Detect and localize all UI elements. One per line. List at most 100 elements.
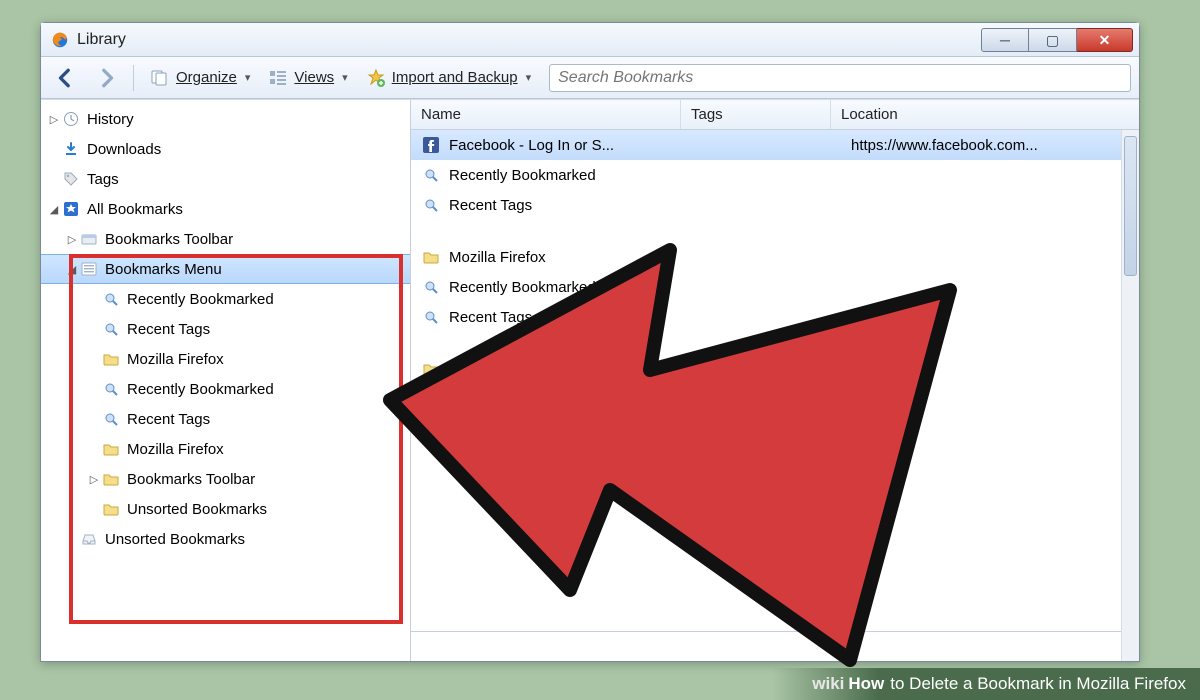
col-tags[interactable]: Tags [681,100,831,129]
search-icon [101,379,121,399]
tree-label: Mozilla Firefox [127,441,224,458]
toolbar: Organize ▾ Views ▾ Import and Backup ▾ [41,57,1139,99]
list-item[interactable]: Mozilla Firefox [411,242,1139,272]
tree-label: Recent Tags [127,411,210,428]
toolbar-separator [133,65,134,91]
organize-menu[interactable]: Organize ▾ [144,65,256,91]
menu-folder-icon [79,259,99,279]
chevron-down-icon: ▾ [342,71,348,84]
item-name: Mozilla Firefox [449,361,701,378]
tree-all-bookmarks[interactable]: ◢ All Bookmarks [41,194,410,224]
search-icon [101,409,121,429]
tree-recently-bookmarked[interactable]: Recently Bookmarked [41,284,410,314]
search-icon [101,289,121,309]
tree-label: Tags [87,171,119,188]
tree-bookmarks-toolbar[interactable]: ▷ Bookmarks Toolbar [41,464,410,494]
tree-recent-tags[interactable]: Recent Tags [41,314,410,344]
tree-recent-tags[interactable]: Recent Tags [41,404,410,434]
list-item[interactable]: Recent Tags [411,302,1139,332]
tree-recently-bookmarked[interactable]: Recently Bookmarked [41,374,410,404]
list-item[interactable]: Facebook - Log In or S... https://www.fac… [411,130,1139,160]
item-name: Recent Tags [449,309,701,326]
close-button[interactable]: ✕ [1077,28,1133,52]
tree-unsorted-bookmarks[interactable]: Unsorted Bookmarks [41,494,410,524]
col-location[interactable]: Location [831,100,1139,129]
item-name: Recent Tags [449,197,701,214]
list-item[interactable]: Mozilla Firefox [411,354,1139,384]
tree-label: Bookmarks Toolbar [127,471,255,488]
expand-caret[interactable]: ▷ [87,473,101,486]
tree-label: Bookmarks Menu [105,261,222,278]
search-icon [421,307,441,327]
import-backup-label: Import and Backup [392,69,518,86]
tree-label: Recently Bookmarked [127,381,274,398]
download-icon [61,139,81,159]
tag-icon [61,169,81,189]
star-icon [366,68,386,88]
tree-label: Downloads [87,141,161,158]
folder-icon [421,389,441,409]
main-area: Name Tags Location Facebook - Log In or … [411,100,1139,661]
collapse-caret[interactable]: ◢ [65,263,79,276]
window-title: Library [77,31,126,49]
col-name[interactable]: Name [411,100,681,129]
collapse-caret[interactable]: ◢ [47,203,61,216]
organize-icon [150,68,170,88]
caption-how: How [848,674,884,694]
folder-icon [101,439,121,459]
back-button[interactable] [49,64,83,92]
titlebar: Library ─ ▢ ✕ [41,23,1139,57]
item-name: Recently Bookmarked [449,279,701,296]
organize-label: Organize [176,69,237,86]
tree-bookmarks-menu[interactable]: ◢ Bookmarks Menu [41,254,410,284]
tree-downloads[interactable]: Downloads [41,134,410,164]
chevron-down-icon: ▾ [526,71,532,84]
tree-tags[interactable]: Tags [41,164,410,194]
folder-icon [101,499,121,519]
sidebar-tree[interactable]: ▷ History Downloads Tags ◢ All Bookmarks… [41,100,411,661]
firefox-icon [51,31,69,49]
search-icon [421,277,441,297]
list-item[interactable]: B [411,384,1139,414]
tree-history[interactable]: ▷ History [41,104,410,134]
views-label: Views [294,69,334,86]
tree-label: Mozilla Firefox [127,351,224,368]
clock-icon [61,109,81,129]
search-icon [421,165,441,185]
toolbar-folder-icon [79,229,99,249]
search-icon [421,195,441,215]
expand-caret[interactable]: ▷ [65,233,79,246]
folder-icon [101,469,121,489]
list-item[interactable]: Recently Bookmarked [411,160,1139,190]
library-window: Library ─ ▢ ✕ Organize ▾ Views ▾ [40,22,1140,662]
item-location: https://www.facebook.com... [851,137,1139,154]
search-bookmarks[interactable] [549,64,1131,92]
details-pane [411,631,1139,661]
import-backup-menu[interactable]: Import and Backup ▾ [360,65,537,91]
chevron-down-icon: ▾ [245,71,251,84]
views-menu[interactable]: Views ▾ [262,65,353,91]
bookmark-list[interactable]: Facebook - Log In or S... https://www.fac… [411,130,1139,631]
forward-button[interactable] [89,64,123,92]
tree-unsorted-bookmarks[interactable]: Unsorted Bookmarks [41,524,410,554]
item-name: Facebook - Log In or S... [449,137,701,154]
tree-mozilla-folder[interactable]: Mozilla Firefox [41,344,410,374]
minimize-button[interactable]: ─ [981,28,1029,52]
list-item[interactable]: Recently Bookmarked [411,272,1139,302]
tree-bookmarks-toolbar[interactable]: ▷ Bookmarks Toolbar [41,224,410,254]
scrollbar-thumb[interactable] [1124,136,1137,276]
maximize-button[interactable]: ▢ [1029,28,1077,52]
search-input[interactable] [558,69,1122,87]
tree-label: Recent Tags [127,321,210,338]
expand-caret[interactable]: ▷ [47,113,61,126]
facebook-icon [421,135,441,155]
caption-text: to Delete a Bookmark in Mozilla Firefox [890,674,1186,694]
tree-mozilla-folder[interactable]: Mozilla Firefox [41,434,410,464]
item-name: Recently Bookmarked [449,167,701,184]
folder-icon [421,359,441,379]
vertical-scrollbar[interactable] [1121,130,1139,661]
list-item[interactable]: Recent Tags [411,190,1139,220]
tree-label: History [87,111,134,128]
tree-label: Unsorted Bookmarks [127,501,267,518]
wikihow-caption: wikiHow to Delete a Bookmark in Mozilla … [772,668,1200,700]
